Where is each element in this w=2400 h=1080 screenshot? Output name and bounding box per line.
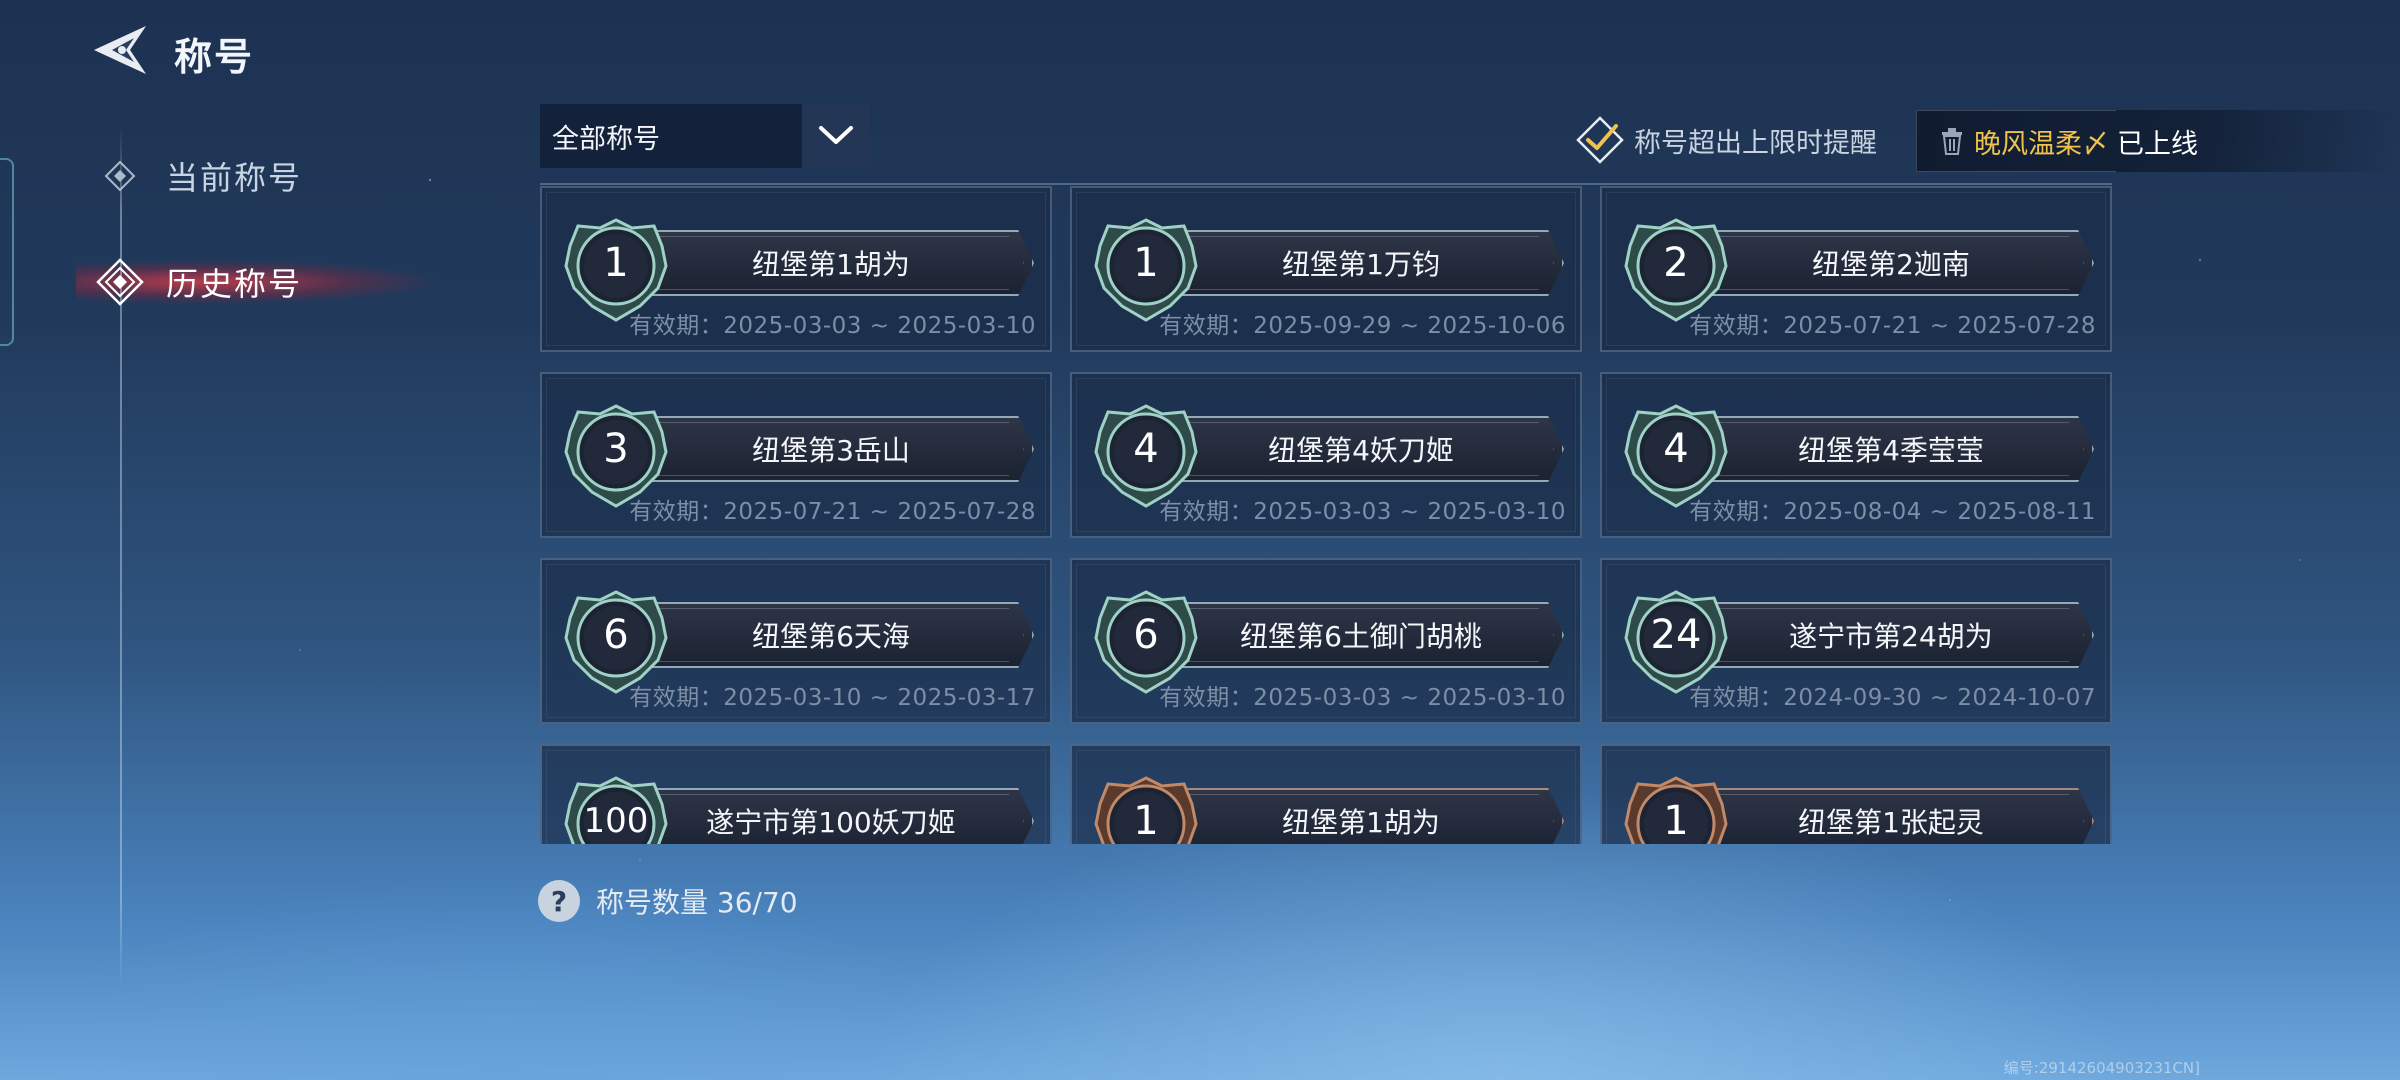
filter-selected-value: 全部称号: [540, 104, 802, 168]
title-validity: 有效期：2025-09-29 ~ 2025-10-06: [1159, 313, 1566, 339]
friend-status: 已上线: [2117, 128, 2198, 160]
title-validity: 有效期：2025-03-03 ~ 2025-03-10: [1159, 499, 1566, 525]
title-card[interactable]: 1 纽堡第1张起灵: [1600, 744, 2112, 844]
title-name: 纽堡第2迦南: [1812, 248, 1970, 281]
title-name: 纽堡第4季莹莹: [1798, 434, 1984, 467]
title-name: 纽堡第4妖刀姬: [1268, 434, 1454, 467]
diamond-selected-icon: [96, 258, 144, 306]
title-grid-viewport[interactable]: 1 纽堡第1胡为 有效期：2025-03-03 ~ 2025-03-10 1 纽…: [540, 186, 2112, 844]
title-validity: 有效期：2025-08-04 ~ 2025-08-11: [1689, 499, 2096, 525]
title-name: 纽堡第3岳山: [752, 434, 910, 467]
title-validity: 有效期：2025-03-10 ~ 2025-03-17: [629, 685, 1036, 711]
title-name: 纽堡第1张起灵: [1798, 806, 1984, 839]
title-count-text: 称号数量 36/70: [596, 886, 798, 919]
title-validity: 有效期：2024-09-30 ~ 2024-10-07: [1689, 685, 2096, 711]
title-card[interactable]: 24 遂宁市第24胡为 有效期：2024-09-30 ~ 2024-10-07: [1600, 558, 2112, 724]
player-uid: 编号:29142604903231CN]: [2003, 1059, 2200, 1077]
title-name: 纽堡第6天海: [752, 620, 910, 653]
checkbox-checked-icon: [1576, 116, 1624, 164]
title-card[interactable]: 6 纽堡第6天海 有效期：2025-03-10 ~ 2025-03-17: [540, 558, 1052, 724]
title-grid: 1 纽堡第1胡为 有效期：2025-03-03 ~ 2025-03-10 1 纽…: [540, 186, 2112, 844]
sidebar-item-label: 当前称号: [166, 159, 303, 197]
title-count: ? 称号数量 36/70: [538, 880, 798, 922]
title-card[interactable]: 6 纽堡第6土御门胡桃 有效期：2025-03-03 ~ 2025-03-10: [1070, 558, 1582, 724]
title-validity: 有效期：2025-03-03 ~ 2025-03-10: [1159, 685, 1566, 711]
title-card[interactable]: 4 纽堡第4季莹莹 有效期：2025-08-04 ~ 2025-08-11: [1600, 372, 2112, 538]
title-validity: 有效期：2025-07-21 ~ 2025-07-28: [629, 499, 1036, 525]
title-filter-dropdown[interactable]: 全部称号: [540, 104, 870, 168]
sidebar-item-label: 历史称号: [166, 265, 303, 303]
sidebar-edge-tab: [0, 158, 14, 346]
title-card[interactable]: 1 纽堡第1胡为 有效期：2025-03-03 ~ 2025-03-10: [540, 186, 1052, 352]
friend-online-notice: 晚风温柔〆 已上线: [1916, 110, 2400, 172]
title-name: 纽堡第1胡为: [752, 248, 910, 281]
trash-icon[interactable]: [1938, 126, 1966, 156]
title-validity: 有效期：2025-03-03 ~ 2025-03-10: [629, 313, 1036, 339]
friend-name: 晚风温柔〆: [1974, 128, 2109, 160]
title-name: 纽堡第1胡为: [1282, 806, 1440, 839]
sidebar-item-history-titles[interactable]: 历史称号: [75, 252, 437, 312]
title-card[interactable]: 2 纽堡第2迦南 有效期：2025-07-21 ~ 2025-07-28: [1600, 186, 2112, 352]
back-button[interactable]: [86, 20, 156, 80]
diamond-icon: [96, 152, 144, 200]
title-card[interactable]: 1 纽堡第1胡为: [1070, 744, 1582, 844]
help-icon[interactable]: ?: [538, 880, 580, 922]
title-name: 纽堡第1万钧: [1282, 248, 1440, 281]
limit-reminder-label: 称号超出上限时提醒: [1634, 127, 1877, 159]
title-name: 纽堡第6土御门胡桃: [1240, 620, 1482, 653]
title-validity: 有效期：2025-07-21 ~ 2025-07-28: [1689, 313, 2096, 339]
limit-reminder-checkbox[interactable]: 称号超出上限时提醒: [1576, 116, 1877, 164]
title-card[interactable]: 100 遂宁市第100妖刀姬: [540, 744, 1052, 844]
title-name: 遂宁市第24胡为: [1789, 620, 1993, 653]
title-name: 遂宁市第100妖刀姬: [706, 806, 956, 839]
title-card[interactable]: 1 纽堡第1万钧 有效期：2025-09-29 ~ 2025-10-06: [1070, 186, 1582, 352]
title-card[interactable]: 4 纽堡第4妖刀姬 有效期：2025-03-03 ~ 2025-03-10: [1070, 372, 1582, 538]
page-title: 称号: [174, 35, 255, 79]
title-card[interactable]: 3 纽堡第3岳山 有效期：2025-07-21 ~ 2025-07-28: [540, 372, 1052, 538]
sidebar-item-current-titles[interactable]: 当前称号: [96, 146, 302, 206]
back-arrow-icon: [94, 26, 146, 74]
grid-divider: [540, 183, 2112, 185]
chevron-down-icon[interactable]: [802, 104, 870, 168]
